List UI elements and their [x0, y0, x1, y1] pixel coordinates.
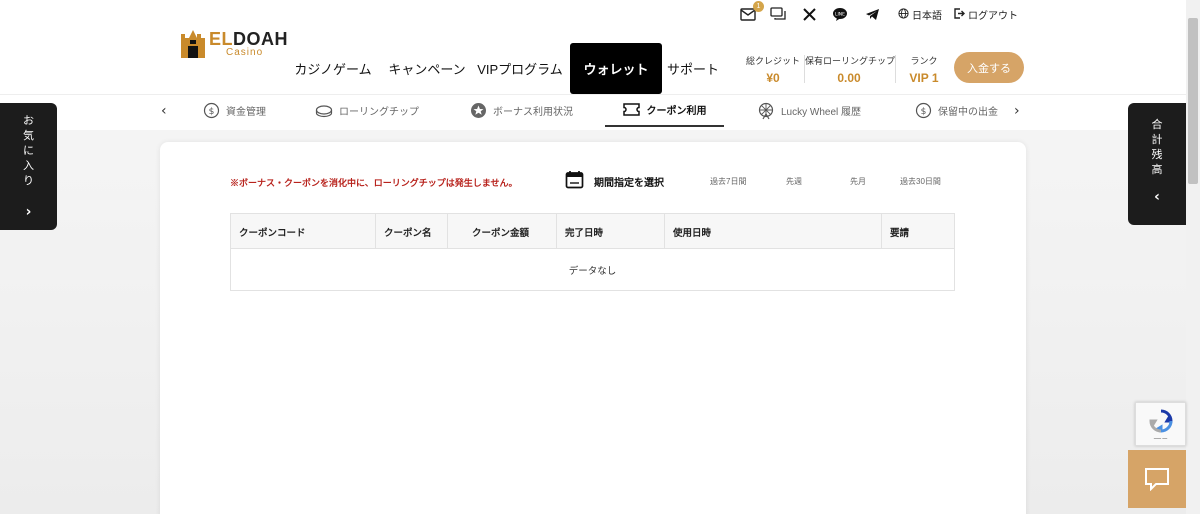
period-last-month[interactable]: 先月: [850, 176, 866, 187]
column-header-request: 要請: [890, 227, 910, 239]
tab-lucky-wheel-history[interactable]: Lucky Wheel 履歴: [757, 94, 861, 127]
tab-bonus-usage[interactable]: ボーナス利用状況: [469, 94, 573, 127]
tab-coupon-usage[interactable]: クーポン利用: [605, 94, 724, 127]
mail-icon[interactable]: 1: [738, 1, 764, 23]
scrollbar-thumb[interactable]: [1188, 18, 1198, 184]
stat-divider: [895, 55, 896, 83]
favorites-char: 入: [23, 159, 34, 172]
logo-word-el: EL: [209, 29, 234, 49]
stat-rank-label: ランク: [910, 56, 938, 66]
live-chat-button[interactable]: [1128, 450, 1186, 508]
favorites-char: 気: [23, 129, 34, 142]
telegram-icon[interactable]: [862, 5, 882, 23]
stat-rank: ランク VIP 1: [898, 54, 950, 85]
nav-campaign[interactable]: キャンペーン: [386, 43, 468, 94]
recaptcha-caption: ━━━ ━━: [1153, 435, 1168, 441]
logout-link[interactable]: ログアウト: [954, 7, 1018, 22]
favorites-char: り: [23, 174, 34, 187]
stat-rolling-chip-value: 0.00: [837, 71, 861, 85]
chevron-right-icon[interactable]: ›: [1014, 103, 1020, 119]
mail-badge: 1: [753, 1, 764, 12]
column-header-coupon-amount: クーポン金額: [448, 214, 557, 249]
tab-label: 資金管理: [226, 107, 266, 118]
globe-icon: [898, 7, 909, 22]
eldoah-logo[interactable]: ELDOAH Casino: [179, 28, 288, 62]
tab-label: ローリングチップ: [339, 107, 419, 118]
chat-icon: [1145, 468, 1169, 491]
stat-total-credit: 総クレジット ¥0: [744, 54, 802, 85]
date-range-label: 期間指定を選択: [594, 177, 664, 189]
logout-label: ログアウト: [968, 11, 1018, 22]
logout-icon: [954, 7, 965, 22]
svg-text:$: $: [208, 107, 214, 117]
column-header-used-at: 使用日時: [665, 214, 882, 249]
column-header-completed-at: 完了日時: [557, 214, 665, 249]
rolling-chip-notice: ※ボーナス・クーポンを消化中に、ローリングチップは発生しません。: [230, 178, 518, 188]
period-last-week[interactable]: 先週: [786, 176, 802, 187]
nav-casino-games[interactable]: カジノゲーム: [290, 43, 376, 94]
favorites-char: に: [23, 144, 34, 157]
tab-label: 保留中の出金: [938, 107, 998, 118]
date-range-picker[interactable]: 期間指定を選択: [565, 170, 664, 192]
chip-icon: [315, 102, 333, 120]
column-header-coupon-name: クーポン名: [376, 214, 448, 249]
chevron-left-icon[interactable]: ‹: [161, 103, 167, 119]
star-badge-icon: [469, 102, 487, 120]
balance-char: 計: [1151, 133, 1163, 146]
period-last-30-days[interactable]: 過去30日間: [900, 176, 941, 187]
nav-wallet[interactable]: ウォレット: [570, 43, 662, 94]
column-header-coupon-code: クーポンコード: [231, 214, 376, 249]
x-twitter-icon[interactable]: [799, 5, 819, 23]
tab-label: Lucky Wheel 履歴: [781, 107, 862, 118]
tab-rolling-chip[interactable]: ローリングチップ: [315, 94, 419, 127]
chevron-left-icon: ‹: [1154, 189, 1160, 205]
stat-rank-value: VIP 1: [909, 71, 939, 85]
svg-text:$: $: [920, 107, 926, 117]
recaptcha-badge[interactable]: ━━━ ━━: [1135, 402, 1186, 446]
nav-support[interactable]: サポート: [664, 43, 722, 94]
stat-total-credit-value: ¥0: [766, 71, 780, 85]
favorites-label: お 気 に 入 り: [0, 113, 57, 188]
coin-icon: $: [914, 102, 932, 120]
stat-rolling-chip: 保有ローリングチップ 0.00: [805, 54, 896, 85]
castle-logo-icon: [181, 30, 205, 58]
total-balance-label: 合 計 残 高: [1128, 117, 1186, 177]
tab-pending-withdrawal[interactable]: $ 保留中の出金: [914, 94, 998, 127]
total-balance-panel[interactable]: 合 計 残 高 ‹: [1128, 103, 1186, 225]
svg-text:LINE: LINE: [835, 11, 845, 17]
money-circle-icon: $: [202, 102, 220, 120]
recaptcha-icon: [1148, 409, 1173, 433]
line-icon[interactable]: LINE: [830, 5, 850, 23]
language-label: 日本語: [912, 11, 942, 22]
logo-word-doah: DOAH: [233, 29, 289, 49]
wallet-subnav: [0, 94, 1186, 130]
table-empty-row: データなし: [568, 265, 617, 277]
tab-label: ボーナス利用状況: [493, 107, 573, 118]
wheel-icon: [757, 102, 775, 120]
coupon-table: クーポンコード クーポン名 クーポン金額 完了日時 使用日時 要請 データなし: [230, 213, 955, 291]
balance-char: 高: [1151, 163, 1163, 176]
chat-bubbles-icon[interactable]: [768, 5, 788, 23]
stat-total-credit-label: 総クレジット: [745, 56, 800, 66]
period-last-7-days[interactable]: 過去7日間: [710, 176, 746, 187]
tab-label: クーポン利用: [646, 106, 707, 117]
logo-subtitle: Casino: [226, 47, 264, 58]
ticket-icon: [623, 101, 641, 119]
favorites-panel[interactable]: お 気 に 入 り ›: [0, 103, 57, 230]
tab-fund-management[interactable]: $ 資金管理: [202, 94, 266, 127]
balance-char: 合: [1151, 118, 1163, 131]
favorites-char: お: [23, 114, 34, 127]
language-selector[interactable]: 日本語: [898, 7, 942, 22]
stat-rolling-chip-label: 保有ローリングチップ: [805, 56, 896, 66]
balance-char: 残: [1151, 148, 1163, 161]
nav-vip-program[interactable]: VIPプログラム: [474, 43, 566, 94]
deposit-button[interactable]: 入金する: [954, 52, 1024, 83]
chevron-right-icon: ›: [25, 204, 32, 220]
calendar-icon: [565, 170, 584, 192]
coupon-usage-card: ※ボーナス・クーポンを消化中に、ローリングチップは発生しません。 期間指定を選択…: [160, 142, 1026, 514]
table-header: クーポンコード クーポン名 クーポン金額 完了日時 使用日時 要請: [231, 214, 954, 249]
